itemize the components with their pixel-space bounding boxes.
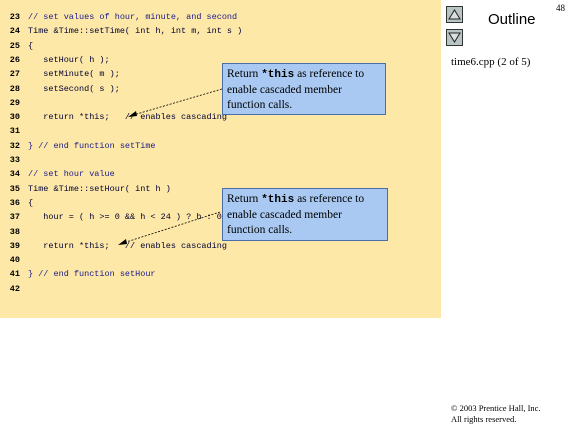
- line-number: 36: [9, 197, 20, 208]
- callout-keyword: *this: [261, 69, 295, 81]
- copyright-notice: © 2003 Prentice Hall, Inc. All rights re…: [451, 403, 541, 425]
- line-number: 41: [9, 269, 20, 280]
- line-number: 23: [9, 12, 20, 22]
- code-text: setMinute( m );: [28, 69, 120, 80]
- callout-return-this-2: Return *this as reference to enable casc…: [222, 188, 388, 241]
- code-line: 42: [0, 283, 441, 296]
- code-text: } // end function setHour: [28, 269, 156, 280]
- line-number: 28: [9, 83, 20, 94]
- line-number: 34: [9, 169, 20, 180]
- code-line: 33: [0, 154, 441, 167]
- code-line: 41 } // end function setHour: [0, 268, 441, 281]
- code-line: 34 // set hour value: [0, 168, 441, 181]
- code-text: hour = ( h >= 0 && h < 24 ) ? h : 0;: [28, 212, 227, 223]
- code-line: 32 } // end function setTime: [0, 140, 441, 153]
- copyright-line-2: All rights reserved.: [451, 414, 517, 424]
- line-number: 29: [9, 97, 20, 108]
- code-text: // set hour value: [28, 169, 115, 180]
- line-number: 38: [9, 226, 20, 237]
- line-number: 26: [9, 54, 20, 65]
- page-number: 48: [556, 3, 565, 13]
- code-line: 40: [0, 254, 441, 267]
- callout-keyword: *this: [261, 194, 295, 206]
- line-number: 37: [9, 212, 20, 223]
- line-number: 42: [9, 283, 20, 294]
- callout-text-pre: Return: [227, 68, 262, 80]
- line-number: 33: [9, 155, 20, 165]
- code-text: {: [28, 197, 34, 208]
- line-number: 31: [9, 126, 20, 137]
- line-number: 39: [9, 240, 20, 251]
- line-number: 40: [9, 255, 20, 266]
- code-text: Time &Time::setHour( int h ): [28, 183, 171, 194]
- code-line: 23 // set values of hour, minute, and sec…: [0, 11, 441, 24]
- copyright-line-1: © 2003 Prentice Hall, Inc.: [451, 403, 541, 413]
- code-line: 25 {: [0, 40, 441, 53]
- line-number: 35: [9, 183, 20, 194]
- code-panel: 23 // set values of hour, minute, and sec…: [0, 0, 441, 318]
- code-line: 31: [0, 125, 441, 138]
- callout-text-pre: Return: [227, 193, 262, 205]
- code-text: return *this; // enables cascading: [28, 112, 227, 123]
- triangle-down-icon: [448, 32, 461, 43]
- code-line: 39 return *this; // enables cascading: [0, 240, 441, 253]
- code-text: return *this; // enables cascading: [28, 240, 227, 251]
- line-number: 24: [9, 26, 20, 37]
- line-number: 25: [9, 40, 20, 51]
- code-text: setSecond( s );: [28, 83, 120, 94]
- outline-title: Outline: [488, 11, 536, 28]
- code-text: } // end function setTime: [28, 140, 156, 151]
- triangle-up-icon: [448, 9, 461, 20]
- code-line: 24 Time &Time::setTime( int h, int m, int…: [0, 25, 441, 38]
- outline-down-button[interactable]: [446, 29, 463, 46]
- file-label: time6.cpp (2 of 5): [451, 56, 531, 68]
- code-text: Time &Time::setTime( int h, int m, int s…: [28, 26, 243, 37]
- code-text: {: [28, 40, 34, 51]
- line-number: 32: [9, 140, 20, 151]
- line-number: 30: [9, 112, 20, 123]
- outline-up-button[interactable]: [446, 6, 463, 23]
- line-number: 27: [9, 69, 20, 80]
- code-text: setHour( h );: [28, 54, 110, 65]
- code-text: // set values of hour, minute, and secon…: [28, 12, 238, 22]
- callout-return-this-1: Return *this as reference to enable casc…: [222, 63, 386, 115]
